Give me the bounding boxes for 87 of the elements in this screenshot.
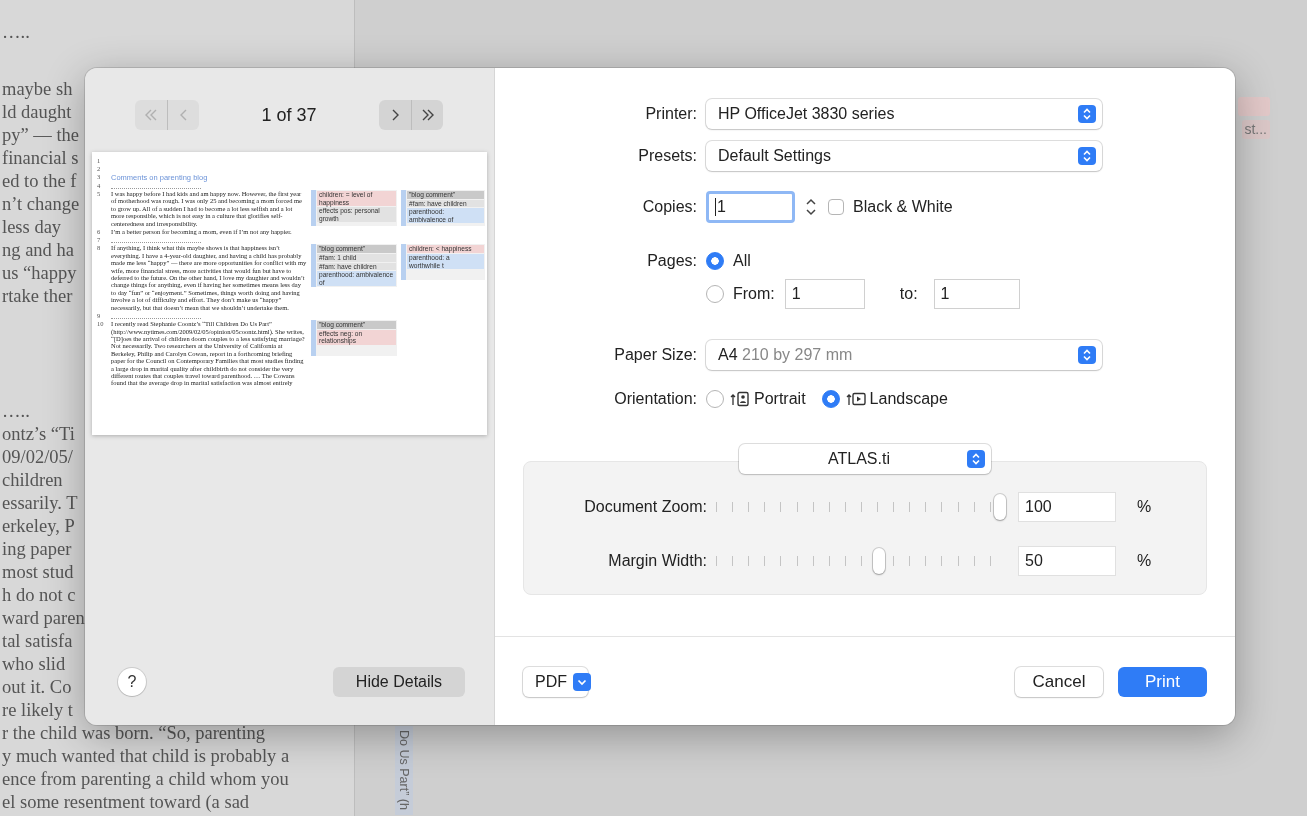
printer-popup[interactable]: HP OfficeJet 3830 series (706, 99, 1102, 129)
text-line: erkeley, P (1, 515, 75, 538)
text-line: ence from parenting a child whom you (1, 768, 289, 791)
code-tag: st... (1242, 120, 1270, 139)
text-line: maybe sh (1, 78, 73, 101)
help-button[interactable]: ? (118, 668, 146, 696)
to-label: to: (899, 285, 918, 303)
copies-label: Copies: (641, 198, 697, 216)
text-line: py” — the (1, 124, 80, 147)
text-line: ….. (1, 400, 30, 423)
orientation-option-label: Landscape (869, 390, 948, 408)
portrait-orientation-icon (730, 391, 750, 407)
text-line: ward paren (1, 607, 85, 630)
landscape-orientation-icon (845, 391, 866, 407)
text-line: el some resentment toward (a sad (1, 791, 250, 814)
text-line: re likely t (1, 699, 73, 722)
print-button[interactable]: Print (1118, 667, 1207, 697)
quote-bar (311, 320, 316, 357)
cancel-button[interactable]: Cancel (1015, 667, 1103, 697)
value-field[interactable]: 100 (1018, 492, 1116, 522)
radio-button[interactable] (706, 390, 724, 408)
printer-label: Printer: (644, 105, 697, 123)
stepper-icon[interactable] (804, 196, 818, 218)
quote-bar (401, 190, 406, 226)
text-line: essarily. T (1, 492, 78, 515)
slider-track[interactable] (713, 494, 1006, 520)
quote-bar (311, 244, 316, 288)
text-line: ontz’s “Ti (1, 423, 75, 446)
quote-bar (401, 244, 406, 281)
text-line: 09/02/05/ (1, 446, 73, 469)
orientation-option-label: Portrait (754, 390, 806, 408)
double-chevron-left-icon (143, 107, 159, 123)
hide-details-button[interactable]: Hide Details (333, 667, 465, 697)
text-line: h do not c (1, 584, 76, 607)
text-line: ng and ha (1, 239, 74, 262)
text-line: children (1, 469, 63, 492)
unit-label: % (1137, 552, 1152, 570)
text-line: tal satisfa (1, 630, 73, 653)
radio-label: From: (733, 285, 775, 303)
setting-label: Document Zoom: (583, 498, 707, 516)
slider-thumb[interactable] (873, 548, 886, 574)
presets-popup[interactable]: Default Settings (706, 141, 1102, 171)
value-field[interactable]: 50 (1018, 546, 1116, 576)
radio-button[interactable] (706, 252, 724, 270)
copies-field[interactable]: 1 (706, 191, 795, 223)
next-page-button[interactable] (379, 100, 411, 130)
unit-label: % (1137, 498, 1152, 516)
text-line: us “happy (1, 262, 77, 285)
page-indicator: 1 of 37 (260, 104, 318, 126)
chevron-up-down-icon (1078, 147, 1096, 165)
text-line: ….. (1, 21, 30, 44)
text-line: most stud (1, 561, 74, 584)
setting-label: Margin Width: (607, 552, 707, 570)
presets-label: Presets: (637, 147, 697, 165)
from-page-field[interactable]: 1 (784, 279, 865, 309)
text-line: r the child was born. “So, parenting (1, 722, 266, 745)
quote-bar (311, 190, 316, 226)
text-line: ed to the f (1, 170, 77, 193)
text-line: financial s (1, 147, 79, 170)
chevron-up-down-icon (1078, 346, 1096, 364)
paper-size-label: Paper Size: (613, 346, 697, 364)
chevron-down-icon (573, 673, 591, 691)
slider-thumb[interactable] (994, 494, 1006, 520)
chevron-up-down-icon (1078, 105, 1096, 123)
text-line: less day (1, 216, 62, 239)
last-page-button[interactable] (411, 100, 443, 130)
to-page-field[interactable]: 1 (933, 279, 1020, 309)
chevron-up-down-icon (967, 450, 985, 468)
radio-button[interactable] (706, 285, 724, 303)
text-line: ld daught (1, 101, 72, 124)
paper-size-popup[interactable]: A4 210 by 297 mm (706, 340, 1102, 370)
text-line: rtake ther (1, 285, 73, 308)
checkbox[interactable] (828, 199, 844, 215)
print-mode-label: Black & White (853, 198, 953, 216)
radio-label: All (733, 252, 751, 270)
text-line: n’t change (1, 193, 80, 216)
text-line: who slid (1, 653, 66, 676)
radio-button[interactable] (821, 390, 840, 408)
orientation-label: Orientation: (613, 390, 697, 408)
code-tag (1238, 97, 1270, 116)
pdf-menu-button[interactable]: PDF (523, 667, 588, 697)
section-popup[interactable]: ATLAS.ti (739, 444, 991, 474)
quote-label: Do Us Part” (h (395, 726, 413, 815)
text-line: ing paper (1, 538, 72, 561)
text-line: y much wanted that child is probably a (1, 745, 290, 768)
text-line: out it. Co (1, 676, 72, 699)
pages-label: Pages: (646, 252, 697, 270)
